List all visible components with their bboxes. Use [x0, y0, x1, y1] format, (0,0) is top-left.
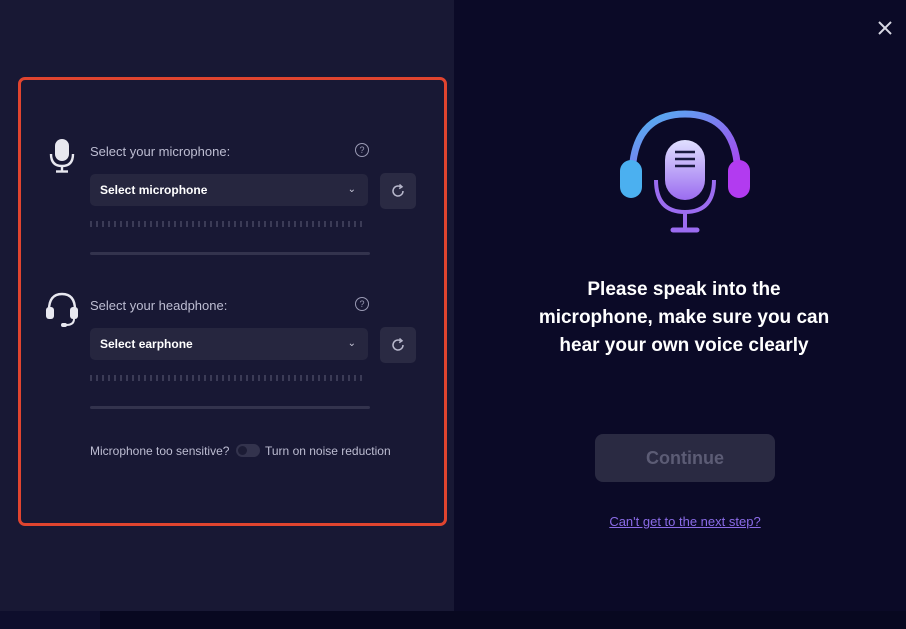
noise-reduction-label: Turn on noise reduction — [265, 444, 391, 458]
device-settings-panel — [18, 77, 447, 526]
headset-icon — [46, 292, 78, 327]
microphone-volume-slider[interactable] — [90, 252, 370, 255]
microphone-icon — [49, 139, 75, 173]
headphone-volume-slider[interactable] — [90, 406, 370, 409]
chevron-down-icon: ⌄ — [347, 338, 356, 349]
bottom-strip — [0, 611, 906, 629]
headphone-select-value: Select earphone — [100, 337, 193, 351]
headphones-microphone-icon — [620, 110, 750, 233]
microphone-label: Select your microphone: — [90, 144, 231, 159]
bottom-strip-segment — [0, 611, 100, 629]
headphone-select[interactable]: Select earphone ⌄ — [90, 328, 368, 360]
headphone-help-icon[interactable]: ? — [355, 297, 369, 311]
refresh-icon — [392, 183, 404, 197]
help-link[interactable]: Can't get to the next step? — [560, 514, 810, 529]
microphone-level-meter — [90, 221, 366, 227]
noise-reduction-toggle[interactable] — [236, 444, 260, 457]
headphone-level-meter — [90, 375, 366, 381]
headphone-label: Select your headphone: — [90, 298, 228, 313]
microphone-select-value: Select microphone — [100, 183, 208, 197]
continue-button[interactable]: Continue — [595, 434, 775, 482]
toggle-knob — [238, 446, 247, 455]
close-icon[interactable] — [876, 19, 894, 37]
headphone-refresh-button[interactable] — [380, 327, 416, 363]
chevron-down-icon: ⌄ — [347, 184, 356, 195]
microphone-help-icon[interactable]: ? — [355, 143, 369, 157]
microphone-refresh-button[interactable] — [380, 173, 416, 209]
refresh-icon — [392, 337, 404, 351]
instruction-title: Please speak into the microphone, make s… — [538, 279, 830, 356]
noise-question: Microphone too sensitive? — [90, 444, 230, 458]
microphone-select[interactable]: Select microphone ⌄ — [90, 174, 368, 206]
